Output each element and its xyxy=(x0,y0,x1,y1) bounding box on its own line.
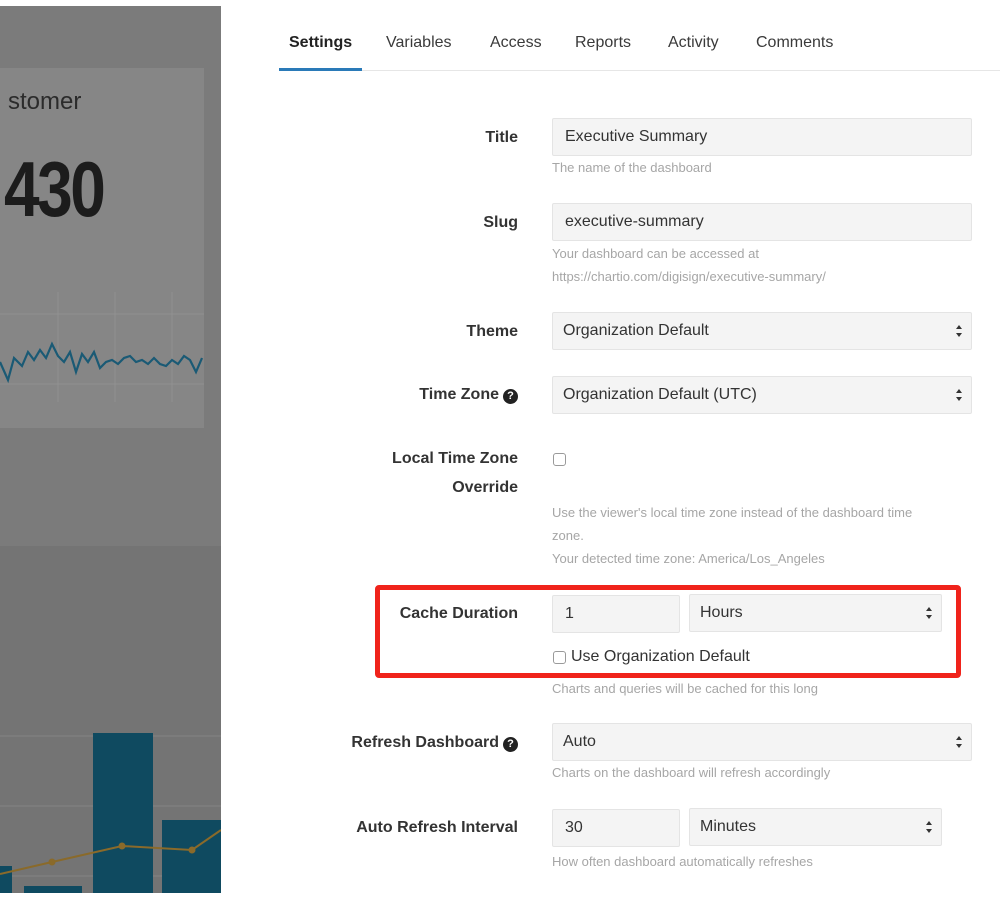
time-zone-label-text: Time Zone xyxy=(419,386,499,403)
refresh-dashboard-select[interactable]: Auto xyxy=(552,723,972,761)
bar-chart xyxy=(0,733,221,893)
select-caret-icon xyxy=(926,607,932,619)
refresh-dashboard-label-text: Refresh Dashboard xyxy=(351,734,499,751)
title-label: Title xyxy=(485,129,518,146)
tab-settings[interactable]: Settings xyxy=(279,28,363,71)
select-caret-icon xyxy=(956,325,962,337)
metric-value: 430 xyxy=(4,145,106,233)
auto-refresh-interval-label: Auto Refresh Interval xyxy=(356,819,518,836)
refresh-dashboard-help: Charts on the dashboard will refresh acc… xyxy=(552,765,831,780)
local-tz-label-line1: Local Time Zone xyxy=(392,450,518,467)
time-zone-select-value: Organization Default (UTC) xyxy=(563,386,757,403)
use-org-default-checkbox[interactable] xyxy=(553,651,566,664)
tab-access[interactable]: Access xyxy=(480,28,552,70)
settings-tabs: Settings Variables Access Reports Activi… xyxy=(279,28,1000,71)
question-circle-icon[interactable]: ? xyxy=(503,389,518,404)
title-help: The name of the dashboard xyxy=(552,160,712,175)
tab-variables[interactable]: Variables xyxy=(376,28,462,70)
time-zone-select[interactable]: Organization Default (UTC) xyxy=(552,376,972,414)
select-caret-icon xyxy=(926,821,932,833)
tab-activity[interactable]: Activity xyxy=(658,28,729,70)
auto-refresh-interval-input[interactable]: 30 xyxy=(552,809,680,847)
slug-help-text: Your dashboard can be accessed at xyxy=(552,246,759,261)
cache-duration-unit-select[interactable]: Hours xyxy=(689,594,942,632)
local-tz-help-line1: Use the viewer's local time zone instead… xyxy=(552,505,913,520)
local-tz-label-line2: Override xyxy=(452,479,518,496)
auto-refresh-interval-help: How often dashboard automatically refres… xyxy=(552,854,813,869)
background-dashboard: stomer 430 xyxy=(0,6,221,893)
theme-select[interactable]: Organization Default xyxy=(552,312,972,350)
detected-time-zone-text: Your detected time zone: America/Los_Ang… xyxy=(552,551,825,566)
cache-duration-help: Charts and queries will be cached for th… xyxy=(552,681,818,696)
metric-label: stomer xyxy=(8,88,82,115)
local-tz-override-checkbox[interactable] xyxy=(553,453,566,466)
slug-url: https://chartio.com/digisign/executive-s… xyxy=(552,269,826,284)
refresh-dashboard-label: Refresh Dashboard? xyxy=(351,734,518,752)
question-circle-icon[interactable]: ? xyxy=(503,737,518,752)
tab-reports[interactable]: Reports xyxy=(565,28,641,70)
cache-duration-label: Cache Duration xyxy=(399,605,518,622)
theme-label: Theme xyxy=(466,323,518,340)
auto-refresh-unit-value: Minutes xyxy=(700,818,757,835)
slug-input[interactable]: executive-summary xyxy=(552,203,972,241)
time-zone-label: Time Zone? xyxy=(419,386,518,404)
auto-refresh-unit-select[interactable]: Minutes xyxy=(689,808,942,846)
select-caret-icon xyxy=(956,736,962,748)
cache-duration-unit-value: Hours xyxy=(700,604,743,621)
theme-select-value: Organization Default xyxy=(563,322,709,339)
cache-duration-input[interactable]: 1 xyxy=(552,595,680,633)
sparkline-chart xyxy=(0,292,204,402)
select-caret-icon xyxy=(956,389,962,401)
refresh-dashboard-select-value: Auto xyxy=(563,733,596,750)
title-input[interactable]: Executive Summary xyxy=(552,118,972,156)
local-tz-help-line2: zone. xyxy=(552,528,584,543)
tab-comments[interactable]: Comments xyxy=(746,28,843,70)
use-org-default-label[interactable]: Use Organization Default xyxy=(571,648,750,666)
slug-label: Slug xyxy=(483,214,518,231)
